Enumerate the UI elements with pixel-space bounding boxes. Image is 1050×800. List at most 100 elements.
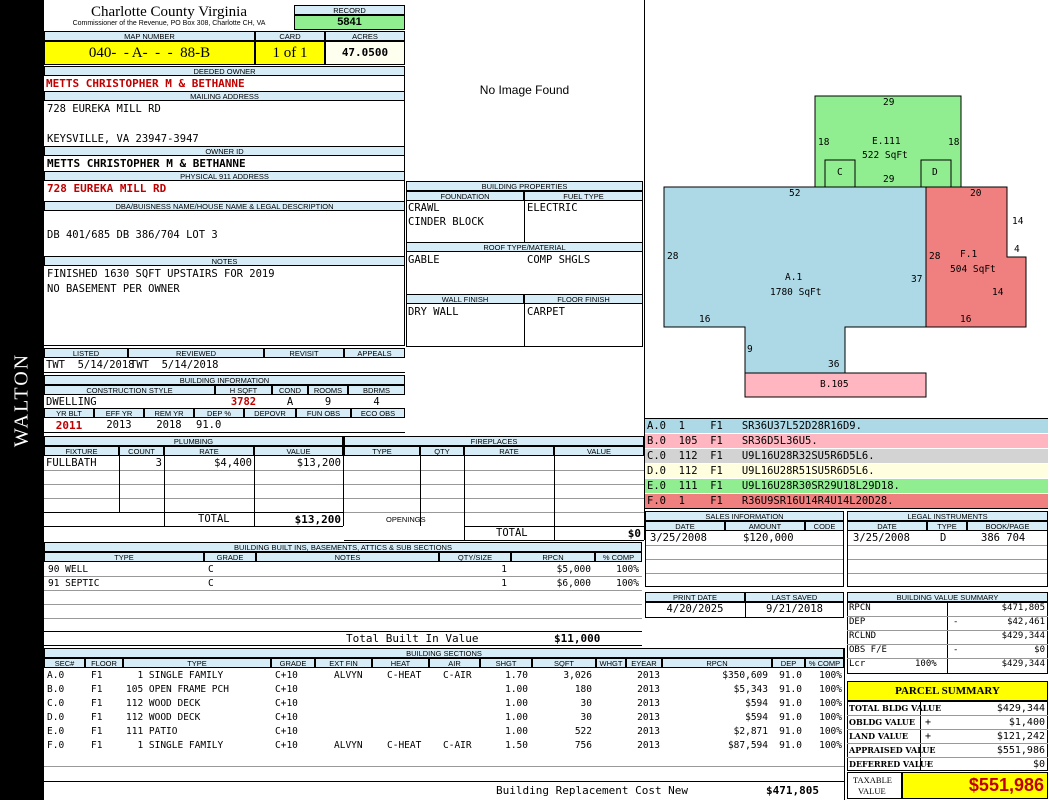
obs-value: $0: [1034, 645, 1045, 655]
section-eyear: 2013: [637, 712, 660, 723]
map-number-header: MAP NUMBER: [44, 31, 255, 41]
section-floor: F1: [91, 740, 103, 751]
bdrms-header: BDRMS: [348, 385, 405, 395]
section-sqft: 3,026: [563, 670, 592, 681]
sketch-dim: 16: [699, 314, 711, 325]
depovr-header: DEPOVR: [244, 408, 296, 418]
section-heat: C-HEAT: [387, 670, 422, 681]
sketch-dim: 9: [747, 344, 753, 355]
sketch-label-b: B.105: [820, 379, 849, 390]
card-header: CARD: [255, 31, 325, 41]
building-info-header: BUILDING INFORMATION: [44, 375, 405, 385]
builtin-row: 90 WELL C 1 $5,000 100%: [0, 563, 800, 577]
physical-address-header: PHYSICAL 911 ADDRESS: [44, 171, 405, 181]
floor-header: FLOOR: [85, 658, 123, 668]
wall-finish: DRY WALL: [408, 306, 459, 318]
count-header: COUNT: [119, 446, 164, 456]
sketch-labels: 29 18 18 E.111 522 SqFt 29 C D 52 28 37 …: [645, 0, 1048, 418]
sales-header: SALES INFORMATION: [645, 511, 844, 521]
dba-legal: DB 401/685 DB 386/704 LOT 3: [47, 229, 218, 241]
listed-value: TWT 5/14/2018: [46, 359, 135, 371]
sketch-code-row: F.0 1 F1 R36U9SR16U14R4U14L20D28.: [645, 494, 1048, 508]
sketch-dim: 18: [948, 137, 960, 148]
section-row: E.0 F1 111 PATIO C+10 1.00 522 2013 $2,871 91.0 1…: [0, 725, 842, 739]
builtins-total: $11,000: [554, 632, 601, 645]
fixture-header: FIXTURE: [44, 446, 119, 456]
section-grade: C+10: [275, 670, 298, 681]
record-number: 5841: [294, 15, 405, 30]
section-rpcn: $87,594: [727, 740, 768, 751]
section-shgt: 1.00: [505, 726, 528, 737]
deeded-owner: METTS CHRISTOPHER M & BETHANNE: [46, 77, 245, 90]
fp-total-label: TOTAL: [496, 527, 528, 539]
revisit-header: REVISIT: [264, 348, 344, 358]
section-floor: F1: [91, 698, 103, 709]
lcr-label: Lcr: [849, 659, 866, 669]
sqft-header: SQFT: [532, 658, 596, 668]
deferred-value: $0: [1032, 759, 1045, 770]
section-type: 1 SINGLE FAMILY: [126, 670, 224, 681]
section-comp: 100%: [819, 726, 842, 737]
section-air: C-AIR: [443, 740, 472, 751]
appraised-label: APPRAISED VALUE: [849, 745, 936, 755]
eyear-header: EYEAR: [626, 658, 662, 668]
section-floor: F1: [91, 670, 103, 681]
eff-year: 2013: [106, 419, 132, 431]
section-heat: C-HEAT: [387, 740, 422, 751]
section-shgt: 1.00: [505, 684, 528, 695]
rpcn-label: RPCN: [849, 603, 871, 613]
rem-year: 2018: [156, 419, 182, 431]
section-sqft: 30: [580, 712, 592, 723]
section-sqft: 180: [574, 684, 592, 695]
foundation-2: CINDER BLOCK: [408, 216, 484, 228]
section-comp: 100%: [819, 684, 842, 695]
section-rpcn: $5,343: [733, 684, 768, 695]
section-shgt: 1.00: [505, 698, 528, 709]
construction-style-header: CONSTRUCTION STYLE: [44, 385, 215, 395]
section-dep: 91.0: [779, 670, 802, 681]
fp-value-header: VALUE: [554, 446, 644, 456]
note-line-2: NO BASEMENT PER OWNER: [47, 283, 180, 295]
sketch-code-row: A.0 1 F1 SR36U37L52D28R16D9.: [645, 419, 1048, 433]
sketch-dim: 28: [667, 251, 679, 262]
section-floor: F1: [91, 684, 103, 695]
section-dep: 91.0: [779, 684, 802, 695]
last-saved-header: LAST SAVED: [745, 592, 844, 602]
section-floor: F1: [91, 726, 103, 737]
sketch-area-text: 1780 SqFt: [770, 287, 822, 298]
builtin-type: 91 SEPTIC: [48, 578, 100, 589]
section-extfin: ALVYN: [334, 740, 363, 751]
section-type: 105 OPEN FRAME PCH: [126, 684, 229, 695]
yrblt-header: YR BLT: [44, 408, 94, 418]
section-dep: 91.0: [779, 726, 802, 737]
dep-sign: -: [953, 617, 959, 627]
section-row: B.0 F1 105 OPEN FRAME PCH C+10 1.00 180 2013 $5…: [0, 683, 842, 697]
plumbing-total-label: TOTAL: [198, 513, 230, 525]
parcel-summary-header: PARCEL SUMMARY: [847, 681, 1048, 701]
section-dep: 91.0: [779, 740, 802, 751]
notes-header: NOTES: [44, 256, 405, 266]
obldg-value: $1,400: [1008, 717, 1045, 728]
section-sec: C.0: [47, 698, 65, 709]
listed-header: LISTED: [44, 348, 128, 358]
dep-value: $42,461: [1007, 617, 1045, 627]
fuel-type-header: FUEL TYPE: [524, 191, 643, 201]
foundation-header: FOUNDATION: [406, 191, 524, 201]
replacement-cost-label: Building Replacement Cost New: [496, 784, 689, 797]
appeals-header: APPEALS: [344, 348, 405, 358]
sketch-dim: 36: [828, 359, 840, 370]
sketch-code-row: E.0 111 F1 U9L16U28R30SR29U18L29D18.: [645, 479, 1048, 493]
plumbing-value: $13,200: [296, 457, 341, 469]
section-grade: C+10: [275, 740, 298, 751]
taxable-value: $551,986: [902, 772, 1048, 799]
builtin-comp: 100%: [616, 564, 639, 575]
bi-grade-header: GRADE: [204, 552, 256, 562]
sketch-dim: 16: [960, 314, 972, 325]
replacement-cost: $471,805: [766, 784, 819, 797]
roof-type: GABLE: [408, 254, 440, 266]
section-grade: C+10: [275, 726, 298, 737]
sketch-label-e: E.111: [872, 136, 901, 147]
floor-finish: CARPET: [527, 306, 565, 318]
builtins-header: BUILDING BUILT INS, BASEMENTS, ATTICS & …: [44, 542, 642, 552]
section-type: 1 SINGLE FAMILY: [126, 740, 224, 751]
